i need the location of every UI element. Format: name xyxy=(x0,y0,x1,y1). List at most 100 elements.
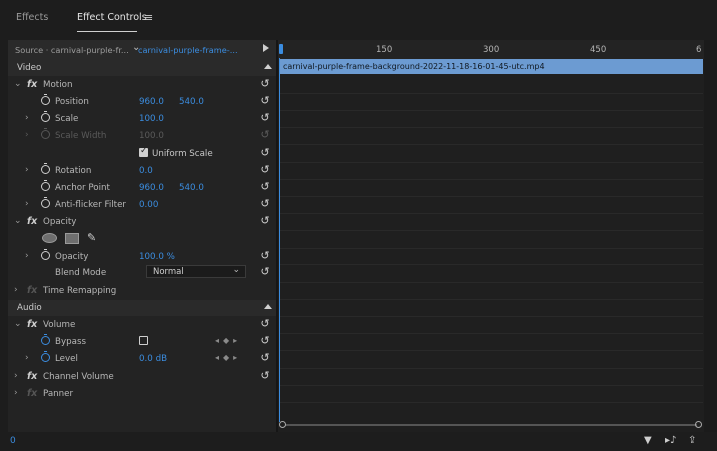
reset-icon[interactable]: ↺ xyxy=(258,352,272,364)
rectangle-mask-icon[interactable] xyxy=(65,233,79,244)
scrollbar-track[interactable] xyxy=(285,424,697,426)
play-triangle-icon[interactable] xyxy=(263,44,269,52)
property-row-position: Position 960.0 540.0 ↺ xyxy=(8,94,276,111)
stopwatch-icon[interactable] xyxy=(41,94,50,105)
tab-effect-controls[interactable]: Effect Controls xyxy=(77,12,147,23)
bypass-checkbox[interactable] xyxy=(139,336,148,345)
fx-icon[interactable]: fx xyxy=(27,371,37,382)
playhead-line[interactable] xyxy=(279,58,280,422)
collapse-caret-icon[interactable] xyxy=(264,64,272,69)
position-y-value[interactable]: 540.0 xyxy=(179,97,204,107)
chevron-down-icon[interactable]: ⌄ xyxy=(14,216,22,226)
time-ruler[interactable]: 150 300 450 6 xyxy=(278,40,704,59)
reset-icon[interactable]: ↺ xyxy=(258,181,272,193)
audio-section-label: Audio xyxy=(17,303,42,313)
reset-icon[interactable]: ↺ xyxy=(258,112,272,124)
anchor-point-label: Anchor Point xyxy=(55,183,110,193)
sequence-clip-dropdown[interactable]: carnival-purple-frame-... xyxy=(138,45,258,55)
chevron-right-icon[interactable]: › xyxy=(25,251,29,261)
timeline-zoom-scrollbar[interactable] xyxy=(279,421,703,429)
reset-icon[interactable]: ↺ xyxy=(258,370,272,382)
chevron-down-icon[interactable]: ⌄ xyxy=(14,79,22,89)
stopwatch-icon[interactable] xyxy=(41,111,50,122)
reset-icon[interactable]: ↺ xyxy=(258,266,272,278)
timeline-row-divider xyxy=(279,127,703,128)
uniform-scale-checkbox[interactable] xyxy=(139,146,148,157)
timeline-row-divider xyxy=(279,230,703,231)
fx-icon[interactable]: fx xyxy=(27,319,37,330)
filter-icon[interactable]: ▼ xyxy=(644,435,652,446)
keyframe-timeline-pane[interactable] xyxy=(278,40,704,432)
reset-icon[interactable]: ↺ xyxy=(258,318,272,330)
timeline-row-divider xyxy=(279,316,703,317)
chevron-right-icon[interactable]: › xyxy=(25,353,29,363)
effect-row-panner[interactable]: › fx Panner xyxy=(8,386,276,403)
export-icon[interactable]: ⇪ xyxy=(688,435,696,446)
panel-tab-bar: Effects Effect Controls ≡ xyxy=(0,0,717,36)
rotation-value[interactable]: 0.0 xyxy=(139,166,153,176)
stopwatch-icon[interactable] xyxy=(41,249,50,260)
fx-icon[interactable]: fx xyxy=(27,216,37,227)
clip-bar[interactable]: carnival-purple-frame-background-2022-11… xyxy=(279,59,703,74)
stopwatch-icon[interactable] xyxy=(41,180,50,191)
reset-icon[interactable]: ↺ xyxy=(258,250,272,262)
tab-effects[interactable]: Effects xyxy=(16,12,48,23)
play-audio-icon[interactable]: ▸♪ xyxy=(665,435,676,446)
effect-row-time-remapping[interactable]: › fx Time Remapping xyxy=(8,283,276,300)
stopwatch-icon[interactable] xyxy=(41,334,50,345)
reset-icon[interactable]: ↺ xyxy=(258,78,272,90)
effect-row-channel-volume[interactable]: › fx Channel Volume ↺ xyxy=(8,369,276,386)
anti-flicker-value[interactable]: 0.00 xyxy=(139,200,158,210)
playhead-handle[interactable] xyxy=(279,44,283,54)
timeline-row-divider xyxy=(279,333,703,334)
level-value[interactable]: 0.0 dB xyxy=(139,354,167,364)
chevron-right-icon[interactable]: › xyxy=(14,285,18,295)
chevron-right-icon[interactable]: › xyxy=(25,199,29,209)
timeline-row-divider xyxy=(279,213,703,214)
effect-row-opacity[interactable]: ⌄ fx Opacity ↺ xyxy=(8,214,276,231)
timecode-display[interactable]: 0 xyxy=(10,436,16,446)
reset-icon[interactable]: ↺ xyxy=(258,215,272,227)
chevron-down-icon[interactable]: ⌄ xyxy=(14,319,22,329)
ellipse-mask-icon[interactable] xyxy=(42,233,57,243)
opacity-value[interactable]: 100.0 % xyxy=(139,252,175,262)
scale-value[interactable]: 100.0 xyxy=(139,114,164,124)
chevron-right-icon[interactable]: › xyxy=(25,165,29,175)
rotation-label: Rotation xyxy=(55,166,92,176)
uniform-scale-label: Uniform Scale xyxy=(152,149,213,159)
chevron-right-icon[interactable]: › xyxy=(14,388,18,398)
pen-mask-icon[interactable]: ✎ xyxy=(87,231,96,244)
keyframe-navigator[interactable]: ◂◆▸ xyxy=(215,353,241,362)
blend-mode-select[interactable]: Normal ⌄ xyxy=(146,265,246,278)
channel-volume-label: Channel Volume xyxy=(43,372,114,382)
opacity-effect-label: Opacity xyxy=(43,217,77,227)
reset-icon[interactable]: ↺ xyxy=(258,335,272,347)
anchor-x-value[interactable]: 960.0 xyxy=(139,183,164,193)
ruler-tick-label: 450 xyxy=(590,45,607,55)
opacity-label: Opacity xyxy=(55,252,89,262)
position-x-value[interactable]: 960.0 xyxy=(139,97,164,107)
source-clip-label: Source · carnival-purple-fr... xyxy=(15,45,129,55)
reset-icon[interactable]: ↺ xyxy=(258,198,272,210)
chevron-right-icon[interactable]: › xyxy=(25,113,29,123)
reset-icon[interactable]: ↺ xyxy=(258,164,272,176)
stopwatch-icon[interactable] xyxy=(41,163,50,174)
stopwatch-icon[interactable] xyxy=(41,197,50,208)
effect-row-motion[interactable]: ⌄ fx Motion ↺ xyxy=(8,77,276,94)
collapse-caret-icon[interactable] xyxy=(264,304,272,309)
reset-icon[interactable]: ↺ xyxy=(258,95,272,107)
blend-mode-label: Blend Mode xyxy=(55,268,107,278)
anchor-y-value[interactable]: 540.0 xyxy=(179,183,204,193)
fx-icon[interactable]: fx xyxy=(27,79,37,90)
property-row-bypass: Bypass ◂◆▸ ↺ xyxy=(8,334,276,351)
keyframe-navigator[interactable]: ◂◆▸ xyxy=(215,336,241,345)
reset-icon[interactable]: ↺ xyxy=(258,147,272,159)
scrollbar-end-handle[interactable] xyxy=(695,421,702,428)
panel-menu-icon[interactable]: ≡ xyxy=(144,11,153,24)
chevron-right-icon[interactable]: › xyxy=(14,371,18,381)
active-tab-indicator xyxy=(77,31,137,32)
effect-row-volume[interactable]: ⌄ fx Volume ↺ xyxy=(8,317,276,334)
scrollbar-start-handle[interactable] xyxy=(279,421,286,428)
audio-section-header: Audio xyxy=(8,300,276,316)
stopwatch-icon[interactable] xyxy=(41,351,50,362)
